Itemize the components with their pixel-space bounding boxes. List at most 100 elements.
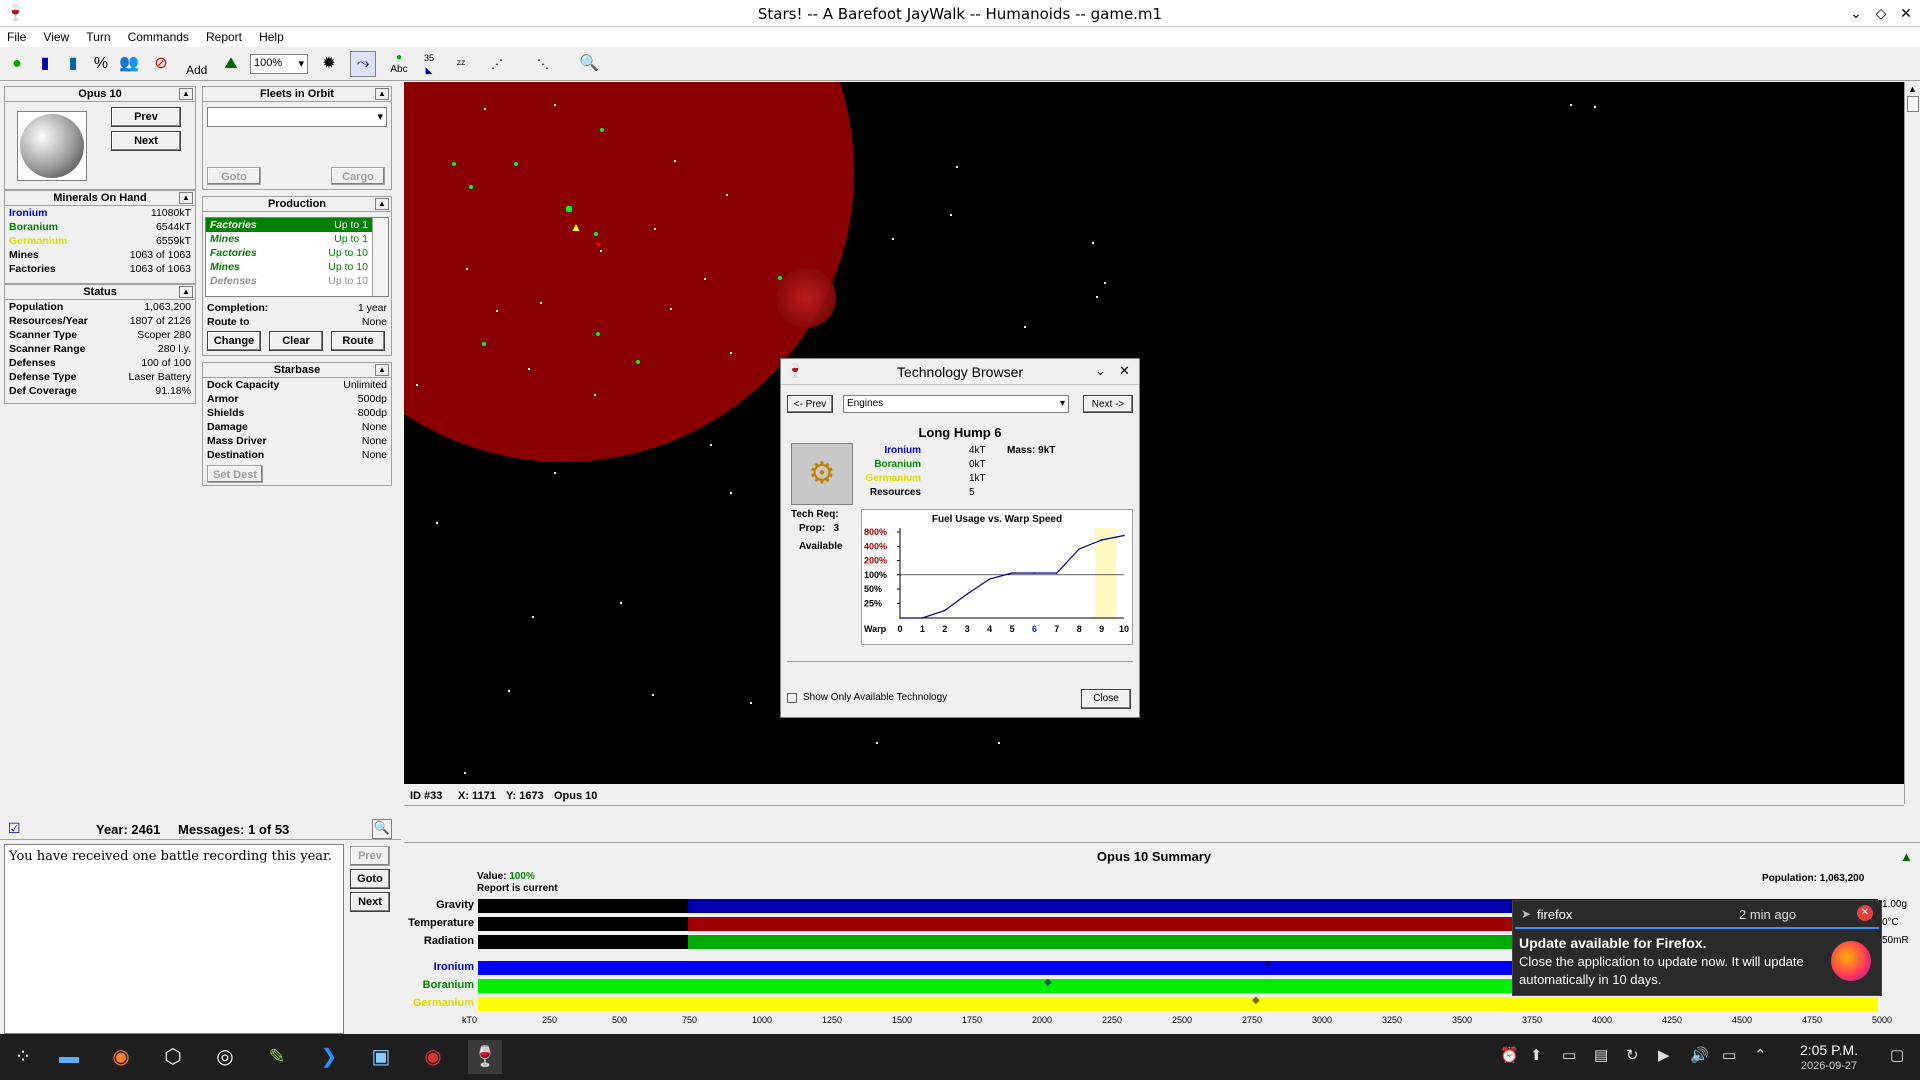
collapse-icon[interactable]: ▲ [375, 198, 389, 210]
display-icon[interactable]: ▭ [1722, 1046, 1736, 1064]
stars-game-icon[interactable]: ◉ [416, 1040, 450, 1074]
menu-file[interactable]: File [0, 27, 33, 44]
show-desktop-icon[interactable]: ▢ [1890, 1046, 1904, 1064]
collapse-icon[interactable]: ▲ [375, 364, 389, 376]
app-launcher-icon[interactable]: ⁘ [6, 1040, 40, 1074]
alarm-icon[interactable]: ⏰ [1500, 1046, 1519, 1064]
collapse-icon[interactable]: ▲ [179, 88, 193, 100]
queue-scrollbar[interactable] [372, 218, 388, 296]
message-goto-button[interactable]: Goto [350, 869, 390, 889]
clear-button[interactable]: Clear [269, 331, 323, 351]
only-available-checkbox[interactable] [787, 693, 797, 703]
planet-dot[interactable] [566, 206, 572, 212]
goto-button[interactable]: Goto [207, 167, 261, 185]
population-icon[interactable]: 👥 [116, 51, 142, 77]
planet-dot[interactable] [600, 128, 604, 132]
planet-dot[interactable] [452, 162, 456, 166]
fuel-chart-frame: Fuel Usage vs. Warp Speed 800% 400% 200% 100… [861, 509, 1133, 645]
volume-icon[interactable]: 🔊 [1690, 1046, 1709, 1064]
steam-icon[interactable]: ◎ [208, 1040, 242, 1074]
close-button[interactable]: ✕ [1895, 3, 1917, 23]
cube-app-icon[interactable]: ⬡ [156, 1040, 190, 1074]
triangle-icon[interactable]: ▲ [1900, 849, 1913, 864]
close-icon[interactable]: ✕ [1119, 363, 1130, 379]
maximize-button[interactable]: ◇ [1870, 3, 1892, 23]
collapse-icon[interactable]: ▲ [179, 192, 193, 204]
idle-fleets-icon[interactable]: ᶻᶻ [448, 51, 474, 77]
planet-names-icon[interactable]: ● Abc [386, 51, 412, 77]
stars-window-icon[interactable]: 🍷 [468, 1040, 502, 1074]
enemy-fleet-icon[interactable]: ▼ [594, 240, 603, 250]
set-dest-button[interactable]: Set Dest [207, 465, 263, 483]
feather-app-icon[interactable]: ✎ [260, 1040, 294, 1074]
cargo-button[interactable]: Cargo [331, 167, 385, 185]
media-icon[interactable]: ▶ [1658, 1046, 1670, 1064]
queue-item[interactable]: Mines Up to 1 [206, 232, 388, 246]
magnifier-icon[interactable]: 🔍 [576, 51, 602, 77]
queue-item-name: Factories [210, 247, 257, 259]
percent-icon[interactable]: % [88, 51, 114, 77]
queue-item[interactable]: Factories Up to 10 [206, 246, 388, 260]
change-button[interactable]: Change [207, 331, 261, 351]
prev-planet-button[interactable]: Prev [111, 107, 181, 127]
zoom-select[interactable]: 100% ▾ [250, 54, 308, 74]
planet-dot[interactable] [778, 276, 782, 280]
planet-dot[interactable] [596, 332, 600, 336]
star-map[interactable]: ▲ ▼ [404, 82, 1904, 784]
menu-commands[interactable]: Commands [121, 27, 196, 44]
scanner-filter-icon[interactable]: ⋰ [484, 51, 510, 77]
next-planet-button[interactable]: Next [111, 131, 181, 151]
tech-prev-button[interactable]: <- Prev [787, 395, 833, 413]
update-notification[interactable]: ➤ firefox 2 min ago ✕ Update available f… [1512, 900, 1882, 996]
checkmark-icon[interactable]: ☑ [8, 820, 21, 837]
wine-app-icon[interactable]: ▣ [364, 1040, 398, 1074]
terminal-icon[interactable]: ▭ [1562, 1046, 1576, 1064]
dialog-close-button[interactable]: Close [1081, 689, 1131, 709]
enemy-filter-icon[interactable]: ⋱ [530, 51, 556, 77]
clock-time[interactable]: 2:05 P.M. [1784, 1042, 1874, 1058]
queue-item[interactable]: Defenses Up to 10 [206, 274, 388, 288]
sync-icon[interactable]: ↻ [1626, 1046, 1639, 1064]
tray-expand-icon[interactable]: ⌃ [1754, 1046, 1767, 1064]
waypoint-icon[interactable]: ⛰ [218, 51, 244, 77]
updates-icon[interactable]: ⬆ [1530, 1046, 1543, 1064]
menu-help[interactable]: Help [252, 27, 291, 44]
magnifier-icon[interactable]: 🔍 [372, 819, 392, 839]
clock-date[interactable]: 2026-09-27 [1784, 1060, 1874, 1072]
menu-turn[interactable]: Turn [79, 27, 117, 44]
ship-paths-icon[interactable]: ⤳ [350, 51, 376, 77]
menu-report[interactable]: Report [199, 27, 249, 44]
firefox-taskbar-icon[interactable]: ◉ [104, 1040, 138, 1074]
vscode-icon[interactable]: ❯ [312, 1040, 346, 1074]
route-button[interactable]: Route [331, 331, 385, 351]
planet-dot[interactable] [594, 232, 598, 236]
file-manager-icon[interactable]: ▬ [52, 1040, 86, 1074]
tech-next-button[interactable]: Next -> [1083, 395, 1133, 413]
message-prev-button[interactable]: Prev [350, 846, 390, 866]
gear-icon[interactable]: ✹ [316, 51, 342, 77]
planet-dot[interactable] [482, 342, 486, 346]
collapse-icon[interactable]: ▲ [179, 286, 193, 298]
menu-view[interactable]: View [36, 27, 76, 44]
notification-close-icon[interactable]: ✕ [1857, 905, 1873, 921]
collapse-icon[interactable]: ⌄ [1095, 363, 1106, 379]
message-next-button[interactable]: Next [350, 892, 390, 912]
clipboard-icon[interactable]: ▤ [1594, 1046, 1608, 1064]
map-vertical-scrollbar[interactable]: ▲ [1904, 82, 1920, 804]
fleet-marker-icon[interactable]: ▲ [570, 220, 582, 234]
category-select[interactable]: Engines ▾ [843, 395, 1069, 413]
minimize-button[interactable]: ⌄ [1845, 3, 1867, 23]
ship-count-icon[interactable]: 35 ◣ [416, 51, 442, 77]
surface-minerals-icon[interactable]: ▮ [32, 51, 58, 77]
planet-view-icon[interactable]: ● [4, 51, 30, 77]
add-label[interactable]: Add [186, 63, 207, 77]
planet-dot[interactable] [469, 185, 473, 189]
collapse-icon[interactable]: ▲ [375, 88, 389, 100]
queue-item[interactable]: Factories Up to 1 [206, 218, 388, 232]
no-info-icon[interactable]: ⊘ [148, 51, 174, 77]
planet-dot[interactable] [514, 162, 518, 166]
queue-item[interactable]: Mines Up to 10 [206, 260, 388, 274]
fleets-select[interactable]: ▾ [207, 107, 387, 127]
mineral-concentration-icon[interactable]: ▮ [60, 51, 86, 77]
planet-dot[interactable] [636, 360, 640, 364]
